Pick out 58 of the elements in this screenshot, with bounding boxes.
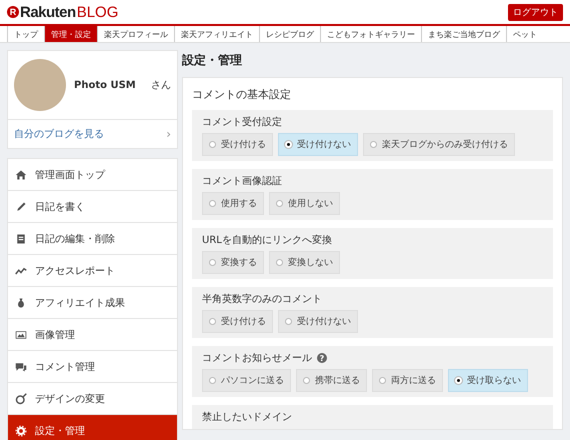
sidebar-label: 設定・管理 — [35, 424, 85, 438]
logout-button[interactable]: ログアウト — [508, 4, 563, 20]
logo-mark: R — [7, 6, 19, 18]
section-title: コメントお知らせメール — [202, 352, 312, 365]
menu-icon — [15, 296, 27, 308]
page-title: 設定・管理 — [182, 52, 243, 69]
radio-option[interactable]: 携帯に送る — [296, 369, 367, 392]
user-name: Photo USM — [74, 80, 137, 90]
sidebar-label: 日記を書く — [35, 200, 85, 214]
menu-icon — [15, 328, 27, 340]
radio-option[interactable]: 変換する — [202, 251, 264, 274]
sidebar-label: 画像管理 — [35, 328, 75, 342]
menu-icon — [15, 360, 27, 372]
radio-option[interactable]: パソコンに送る — [202, 369, 291, 392]
radio-option[interactable]: 使用する — [202, 192, 264, 215]
section-title: コメント受付設定 — [202, 116, 282, 129]
sidebar-label: アクセスレポート — [35, 264, 115, 278]
radio-option[interactable]: 変換しない — [269, 251, 340, 274]
radio-option[interactable]: 両方に送る — [372, 369, 443, 392]
sidebar-label: 管理画面トップ — [35, 168, 105, 182]
radio-option[interactable]: 楽天ブログからのみ受け付ける — [363, 133, 515, 156]
radio-option[interactable]: 受け付けない — [278, 133, 358, 156]
radio-option[interactable]: 受け取らない — [448, 369, 528, 392]
logo-text: Rakuten — [20, 4, 76, 20]
radio-option[interactable]: 受け付ける — [202, 133, 273, 156]
view-blog-label: 自分のブログを見る — [14, 128, 104, 141]
view-blog-link[interactable]: 自分のブログを見る › — [8, 120, 177, 148]
sidebar-item[interactable]: 設定・管理 — [8, 415, 177, 440]
sidebar-label: デザインの変更 — [35, 392, 105, 406]
radio-option[interactable]: 使用しない — [269, 192, 340, 215]
menu-icon — [15, 200, 27, 212]
sidebar-item[interactable]: アフィリエイト成果 — [8, 287, 177, 319]
help-icon[interactable]: ? — [317, 353, 327, 363]
menu-icon — [15, 232, 27, 244]
sidebar-label: 日記の編集・削除 — [35, 232, 115, 246]
sidebar-label: アフィリエイト成果 — [35, 296, 125, 310]
menu-icon — [15, 392, 27, 404]
section-title: URLを自動的にリンクへ変換 — [202, 234, 332, 247]
sidebar-item[interactable]: 画像管理 — [8, 319, 177, 351]
honorific: さん — [151, 79, 171, 92]
section-title: 半角英数字のみのコメント — [202, 292, 322, 306]
logo-product: BLOG — [76, 4, 118, 20]
sidebar-label: コメント管理 — [35, 360, 95, 374]
sidebar-item[interactable]: 日記の編集・削除 — [8, 223, 177, 255]
section-title: コメント画像認証 — [202, 174, 282, 188]
sidebar-item[interactable]: 管理画面トップ — [8, 159, 177, 191]
avatar-photo — [14, 59, 66, 111]
nav-tab[interactable]: 管理・設定 — [44, 26, 97, 42]
chevron-icon: › — [166, 127, 171, 141]
menu-icon — [15, 168, 27, 180]
sidebar-item[interactable]: 日記を書く — [8, 191, 177, 223]
card-title: コメントの基本設定 — [192, 87, 292, 102]
section-title: 禁止したいドメイン — [202, 410, 292, 424]
menu-icon — [15, 424, 27, 436]
sidebar-item[interactable]: コメント管理 — [8, 351, 177, 383]
radio-option[interactable]: 受け付けない — [278, 310, 358, 333]
sidebar-item[interactable]: アクセスレポート — [8, 255, 177, 287]
radio-option[interactable]: 受け付ける — [202, 310, 273, 333]
